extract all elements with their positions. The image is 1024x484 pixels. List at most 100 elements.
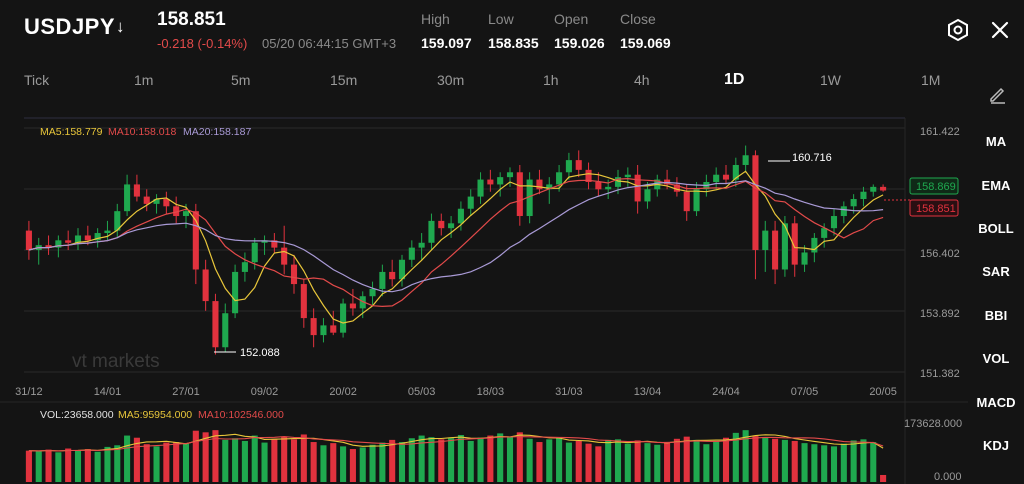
volume-bar <box>654 444 661 482</box>
indicator-boll[interactable]: BOLL <box>968 221 1024 236</box>
volume-bar <box>477 437 484 482</box>
candle-body <box>241 262 248 272</box>
volume-bar <box>261 442 268 482</box>
candle-body <box>575 160 582 170</box>
volume-bar <box>722 437 730 482</box>
tab-4h[interactable]: 4h <box>634 72 650 88</box>
volume-bar <box>683 436 690 482</box>
low-value: 158.835 <box>488 35 539 51</box>
volume-bar <box>340 446 347 482</box>
candle-body <box>850 199 857 207</box>
max-marker: 160.716 <box>792 152 832 164</box>
tab-5m[interactable]: 5m <box>231 72 250 88</box>
high-label: High <box>421 11 450 27</box>
candle-body <box>182 211 190 217</box>
x-tick-label: 20/05 <box>869 386 897 398</box>
x-tick-label: 31/03 <box>555 386 583 398</box>
volume-bar <box>830 446 838 482</box>
symbol-dropdown-icon[interactable]: ↓ <box>116 17 125 37</box>
volume-bar <box>192 430 199 482</box>
x-tick-label: 24/04 <box>712 386 740 398</box>
volume-bar <box>55 452 62 482</box>
tab-15m[interactable]: 15m <box>330 72 357 88</box>
indicator-ma[interactable]: MA <box>968 134 1024 149</box>
open-label: Open <box>554 11 589 27</box>
candle-body <box>418 242 425 248</box>
volume-bar <box>880 474 887 482</box>
candle-body <box>801 252 808 265</box>
x-tick-label: 27/01 <box>172 386 200 398</box>
candle-body <box>497 177 504 185</box>
candle-body <box>222 313 229 348</box>
indicator-bbi[interactable]: BBI <box>968 308 1024 323</box>
candle-body <box>467 196 474 209</box>
x-tick-label: 05/03 <box>408 386 436 398</box>
candle-body <box>516 172 523 217</box>
tab-1d[interactable]: 1D <box>724 71 744 89</box>
volume-bar <box>241 440 248 482</box>
candle-body <box>830 216 838 229</box>
indicator-vol[interactable]: VOL <box>968 351 1024 366</box>
candle-body <box>163 199 170 207</box>
volume-bar <box>448 438 455 482</box>
tab-1m[interactable]: 1m <box>134 72 153 88</box>
candle-body <box>438 220 445 229</box>
volume-bar <box>182 443 190 482</box>
last-price-tag: 158.851 <box>916 203 956 215</box>
indicator-ema[interactable]: EMA <box>968 178 1024 193</box>
volume-bar <box>497 433 504 482</box>
x-tick-label: 14/01 <box>94 386 122 398</box>
volume-bar <box>870 442 877 482</box>
x-axis: 31/12 14/01 27/01 09/02 20/02 05/03 18/03 31/03… <box>15 386 897 398</box>
volume-bar <box>791 440 798 482</box>
tab-1h[interactable]: 1h <box>543 72 559 88</box>
chart-grid <box>0 117 968 484</box>
indicator-macd[interactable]: MACD <box>968 395 1024 410</box>
vol-y-tick-label: 173628.000 <box>904 418 962 430</box>
volume-bar <box>634 440 641 482</box>
candle-body <box>281 247 288 265</box>
volume-bar <box>163 442 170 482</box>
tab-30m[interactable]: 30m <box>437 72 464 88</box>
volume-bar <box>664 442 671 482</box>
price-chart[interactable]: vt markets MA5:158.779 MA10:158.018 MA20… <box>0 116 968 484</box>
candle-body <box>840 206 847 217</box>
symbol-title[interactable]: USDJPY <box>24 14 115 40</box>
x-tick-label: 13/04 <box>634 386 662 398</box>
candle-body <box>693 189 700 212</box>
volume-bar <box>173 442 180 482</box>
candle-body <box>742 155 749 165</box>
candle-body <box>124 184 131 212</box>
candle-body <box>644 189 651 202</box>
watermark-logo: vt markets <box>72 351 160 372</box>
candle-body <box>457 208 464 224</box>
volume-bar <box>801 443 808 482</box>
current-price-tag: 158.869 <box>916 181 956 193</box>
volume-bar <box>428 437 435 482</box>
volume-bar <box>585 443 592 482</box>
volume-bar <box>575 440 582 482</box>
indicator-kdj[interactable]: KDJ <box>968 438 1024 453</box>
volume-bar <box>467 440 474 482</box>
volume-bar <box>595 446 602 482</box>
settings-icon[interactable] <box>946 18 970 42</box>
tab-1m-month[interactable]: 1M <box>921 72 940 88</box>
candle-body <box>880 186 887 191</box>
volume-bar <box>143 444 150 482</box>
volume-bar <box>114 445 121 482</box>
volume-bar <box>693 439 700 482</box>
ma20-legend: MA20:158.187 <box>183 126 251 138</box>
volume-bar <box>457 435 464 482</box>
candle-body <box>448 223 455 229</box>
draw-tool-icon[interactable] <box>988 84 1008 104</box>
candle-body <box>428 220 435 243</box>
tab-1w[interactable]: 1W <box>820 72 841 88</box>
volume-bar <box>251 435 258 482</box>
close-icon[interactable] <box>988 18 1012 42</box>
x-tick-label: 31/12 <box>15 386 43 398</box>
tab-tick[interactable]: Tick <box>24 72 49 88</box>
volume-bar <box>713 440 720 482</box>
close-value: 159.069 <box>620 35 671 51</box>
volume-bar <box>212 430 219 482</box>
indicator-sar[interactable]: SAR <box>968 264 1024 279</box>
